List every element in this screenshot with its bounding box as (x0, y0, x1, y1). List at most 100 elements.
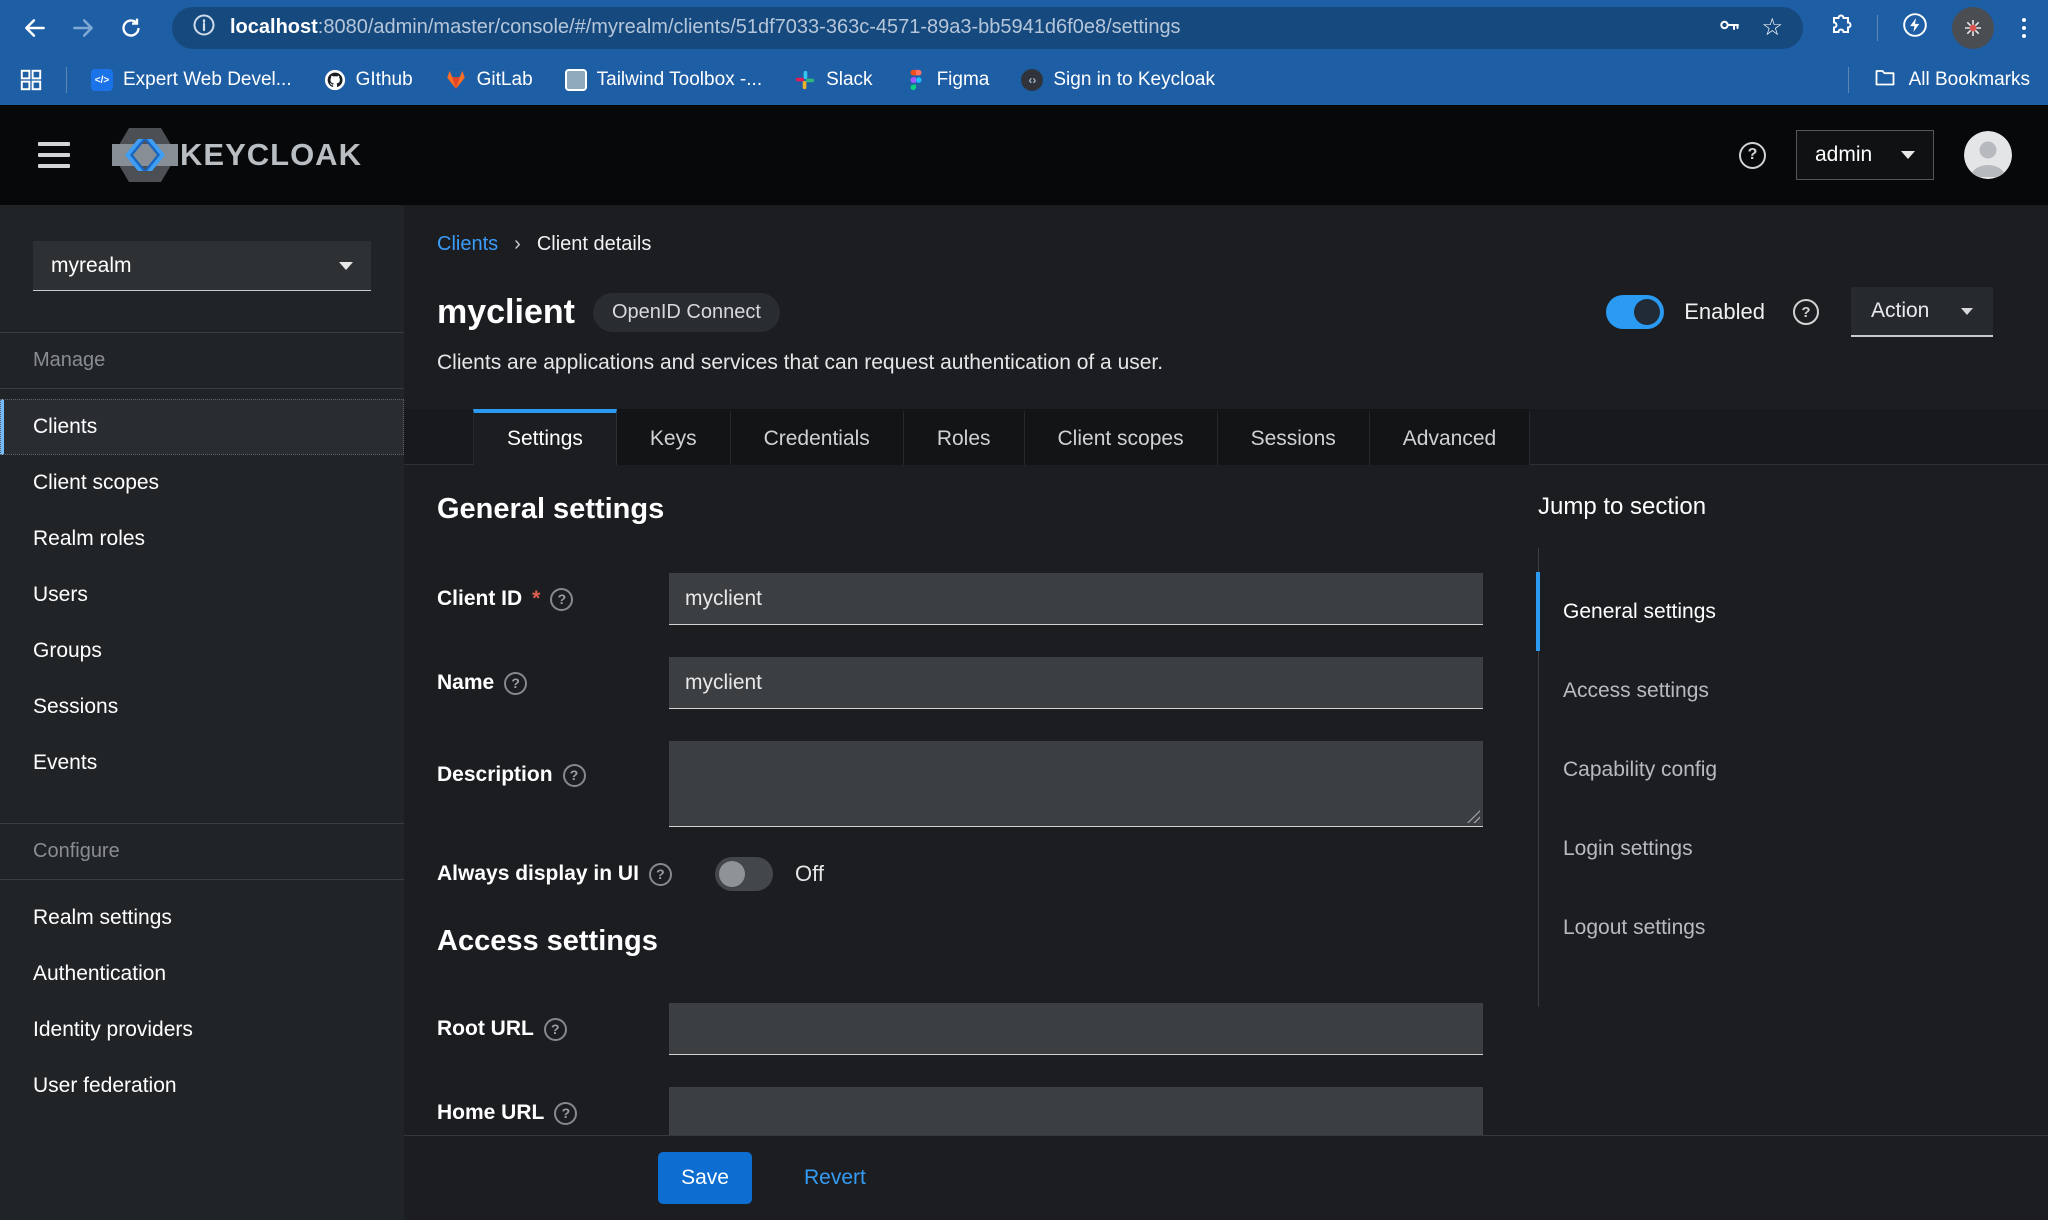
always-display-state: Off (795, 861, 824, 887)
always-display-toggle[interactable] (715, 857, 773, 891)
sidebar-item-authentication[interactable]: Authentication (0, 946, 404, 1002)
jump-item-capability-config[interactable]: Capability config (1539, 730, 1958, 809)
help-icon[interactable]: ? (1739, 142, 1766, 169)
protocol-badge: OpenID Connect (593, 293, 780, 332)
sidebar-item-client-scopes[interactable]: Client scopes (0, 455, 404, 511)
home-url-input[interactable] (669, 1087, 1483, 1139)
root-url-input[interactable] (669, 1003, 1483, 1055)
tab-keys[interactable]: Keys (617, 409, 731, 465)
browser-menu-icon[interactable] (2018, 14, 2030, 42)
password-key-icon[interactable] (1717, 13, 1741, 42)
bookmark-star-icon[interactable]: ☆ (1761, 16, 1783, 40)
tab-credentials[interactable]: Credentials (731, 409, 904, 465)
name-help-icon[interactable]: ? (504, 672, 527, 695)
sidebar-item-users[interactable]: Users (0, 567, 404, 623)
bookmark-item[interactable]: Slack (794, 69, 872, 91)
sidebar-item-events[interactable]: Events (0, 735, 404, 791)
bookmarks-bar: </> Expert Web Devel... GIthub GitLab Ta… (0, 55, 2048, 105)
general-settings-heading: General settings (437, 493, 1516, 527)
nav-section-manage: Manage (0, 332, 404, 389)
bookmark-item[interactable]: ‹› Sign in to Keycloak (1021, 69, 1215, 91)
caret-down-icon (1901, 151, 1915, 159)
name-input[interactable] (669, 657, 1483, 709)
user-avatar[interactable] (1964, 131, 2012, 179)
user-menu-dropdown[interactable]: admin (1796, 130, 1934, 180)
tab-bar: Settings Keys Credentials Roles Client s… (404, 409, 2048, 465)
apps-grid-icon[interactable] (18, 67, 44, 93)
jump-item-general-settings[interactable]: General settings (1539, 572, 1958, 651)
bookmark-item[interactable]: Tailwind Toolbox -... (565, 69, 762, 91)
description-help-icon[interactable]: ? (563, 764, 586, 787)
toggle-knob (1634, 299, 1660, 325)
sidebar-item-realm-roles[interactable]: Realm roles (0, 511, 404, 567)
bookmark-item[interactable]: GIthub (324, 69, 413, 91)
tab-settings[interactable]: Settings (473, 409, 617, 465)
always-display-help-icon[interactable]: ? (649, 863, 672, 886)
browser-toolbar: localhost:8080/admin/master/console/#/my… (0, 0, 2048, 55)
description-textarea[interactable] (669, 741, 1483, 827)
back-icon[interactable] (18, 11, 52, 45)
folder-icon (1873, 65, 1897, 95)
save-button[interactable]: Save (658, 1152, 752, 1204)
bookmark-item[interactable]: </> Expert Web Devel... (91, 69, 292, 91)
realm-selector[interactable]: myrealm (33, 241, 371, 291)
all-bookmarks-button[interactable]: All Bookmarks (1873, 65, 2030, 95)
bookmark-item[interactable]: GitLab (445, 69, 533, 91)
sidebar-nav: Manage Clients Client scopes Realm roles… (0, 332, 404, 1114)
extensions-icon[interactable] (1829, 13, 1853, 42)
tab-client-scopes[interactable]: Client scopes (1025, 409, 1218, 465)
jump-item-login-settings[interactable]: Login settings (1539, 809, 1958, 888)
enabled-label: Enabled (1684, 299, 1765, 325)
sidebar-item-identity-providers[interactable]: Identity providers (0, 1002, 404, 1058)
enabled-help-icon[interactable]: ? (1793, 299, 1819, 325)
bookmarks-separator (66, 67, 67, 93)
site-info-icon[interactable] (192, 13, 216, 42)
breadcrumb-current: Client details (537, 233, 652, 256)
client-id-row: Client ID * ? (437, 573, 1516, 625)
bookmark-item[interactable]: Figma (905, 69, 990, 91)
forward-icon[interactable] (66, 11, 100, 45)
brand-text: KEYCLOAK (180, 137, 362, 173)
revert-link[interactable]: Revert (798, 1165, 872, 1191)
breadcrumb: Clients › Client details (437, 231, 1993, 257)
tab-advanced[interactable]: Advanced (1370, 409, 1530, 465)
browser-profile-avatar[interactable] (1952, 7, 1994, 49)
root-url-label: Root URL (437, 1017, 534, 1041)
action-dropdown[interactable]: Action (1851, 287, 1993, 337)
client-id-input[interactable] (669, 573, 1483, 625)
access-settings-heading: Access settings (437, 925, 1516, 959)
breadcrumb-clients-link[interactable]: Clients (437, 233, 498, 256)
sidebar-item-groups[interactable]: Groups (0, 623, 404, 679)
enabled-toggle[interactable] (1606, 295, 1664, 329)
jump-item-access-settings[interactable]: Access settings (1539, 651, 1958, 730)
root-url-row: Root URL ? (437, 1003, 1516, 1055)
refresh-icon[interactable] (114, 11, 148, 45)
description-row: Description ? (437, 741, 1516, 827)
client-id-help-icon[interactable]: ? (550, 588, 573, 611)
home-url-row: Home URL ? (437, 1087, 1516, 1139)
keycloak-logo[interactable]: KEYCLOAK (112, 127, 362, 183)
caret-down-icon (1961, 308, 1973, 315)
url-host: localhost (230, 16, 318, 38)
address-bar[interactable]: localhost:8080/admin/master/console/#/my… (172, 7, 1803, 49)
sidebar-item-user-federation[interactable]: User federation (0, 1058, 404, 1114)
sidebar-item-clients[interactable]: Clients (0, 399, 404, 455)
extension-lightning-icon[interactable] (1902, 12, 1928, 43)
root-url-help-icon[interactable]: ? (544, 1018, 567, 1041)
tab-sessions[interactable]: Sessions (1218, 409, 1370, 465)
required-asterisk: * (532, 587, 540, 611)
screen: localhost:8080/admin/master/console/#/my… (0, 0, 2048, 1220)
sidebar-item-realm-settings[interactable]: Realm settings (0, 890, 404, 946)
hamburger-menu-icon[interactable] (38, 142, 70, 168)
jump-item-logout-settings[interactable]: Logout settings (1539, 888, 1958, 967)
tab-roles[interactable]: Roles (904, 409, 1025, 465)
home-url-help-icon[interactable]: ? (554, 1102, 577, 1125)
name-row: Name ? (437, 657, 1516, 709)
main-content: Clients › Client details myclient OpenID… (404, 205, 2048, 1220)
sidebar-item-sessions[interactable]: Sessions (0, 679, 404, 735)
always-display-label: Always display in UI (437, 862, 639, 886)
jump-heading: Jump to section (1538, 493, 1958, 521)
jump-to-section-panel: Jump to section General settings Access … (1538, 493, 1958, 1007)
name-label: Name (437, 671, 494, 695)
url-text: localhost:8080/admin/master/console/#/my… (230, 16, 1701, 39)
